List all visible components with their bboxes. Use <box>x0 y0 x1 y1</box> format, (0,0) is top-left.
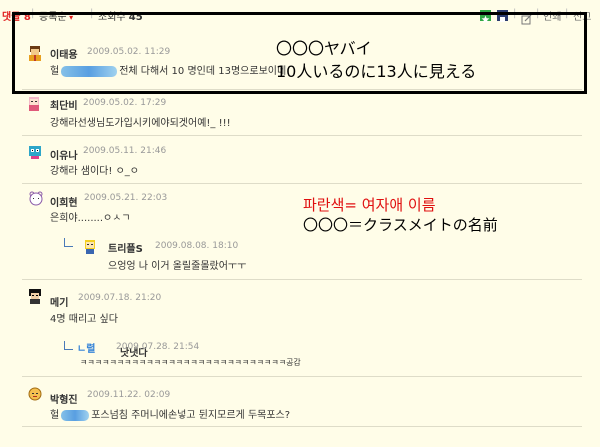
annotation-japanese-note: 〇〇〇＝クラスメイトの名前 <box>303 216 498 234</box>
divider <box>22 279 582 280</box>
comment-text: 4명 때리고 싶다 <box>50 314 118 325</box>
comment-author[interactable]: 박형진 <box>50 391 78 406</box>
comment-text: 강해라선생님도가입시키에야되겟어예!_ !!! <box>50 118 231 129</box>
comment-text: 강해라 샘이다! ㅇ_ㅇ <box>50 166 139 177</box>
comment-date: 2009.07.28. 21:54 <box>116 342 200 352</box>
comment-page: 댓글 8 | 등록순 ▾ | 조회수 45 | | 인쇄 | 신고 이태용 20… <box>0 0 600 447</box>
divider <box>22 426 582 427</box>
comment-date: 2009.05.11. 21:46 <box>83 146 167 156</box>
comment-date: 2009.05.21. 22:03 <box>84 193 168 203</box>
comment-date: 2009.05.02. 17:29 <box>83 98 167 108</box>
black-hair-icon <box>27 288 43 304</box>
yellow-character-icon <box>82 238 98 254</box>
reply-arrow-icon <box>64 238 73 247</box>
comment-date: 2009.07.18. 21:20 <box>78 293 162 303</box>
comment-text: 으엉엉 나 이거 올릴줄몰랐어ㅜㅜ <box>108 261 247 272</box>
comment-author[interactable]: 트리플S <box>108 240 143 255</box>
comment-author[interactable]: 메기 <box>50 294 68 309</box>
blue-creature-icon <box>27 143 43 159</box>
divider <box>22 135 582 136</box>
purple-bear-icon <box>28 190 44 206</box>
comment-date: 2009.08.08. 18:10 <box>155 241 239 251</box>
bald-avatar-icon <box>27 386 43 402</box>
blurred-name <box>61 409 90 421</box>
divider <box>22 376 582 377</box>
comment-text: 은희야........ㅇㅅㄱ <box>50 213 131 224</box>
blue-text-icon: ㄴ렬 <box>77 340 101 356</box>
reply-arrow-icon <box>64 341 73 350</box>
svg-text:ㄴ렬: ㄴ렬 <box>77 342 95 355</box>
annotation-line-2: 10人いるのに13人に見える <box>276 62 477 81</box>
annotation-line-1: 〇〇〇ヤバイ <box>276 39 372 58</box>
divider <box>22 183 582 184</box>
comment-author[interactable]: 최단비 <box>50 97 78 112</box>
comment-author[interactable]: 이희현 <box>50 194 78 209</box>
comment-date: 2009.11.22. 02:09 <box>87 390 171 400</box>
comment-author[interactable]: 이유나 <box>50 147 78 162</box>
pink-avatar-icon <box>26 95 42 111</box>
annotation-korean-note: 파란색= 여자애 이름 <box>303 196 436 214</box>
comment-text: ㅋㅋㅋㅋㅋㅋㅋㅋㅋㅋㅋㅋㅋㅋㅋㅋㅋㅋㅋㅋㅋㅋㅋㅋㅋㅋㅋㅋ공감 <box>80 358 301 367</box>
comment-text: 헐 포스넘침 주머니에손넣고 뒨지모르게 두목포스? <box>50 409 291 421</box>
